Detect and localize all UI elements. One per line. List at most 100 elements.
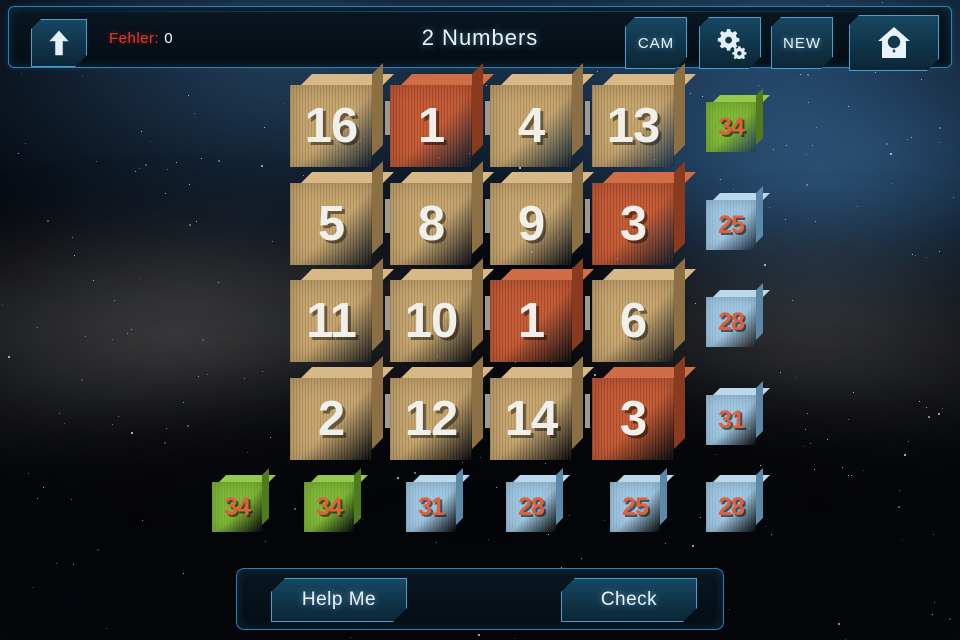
error-counter: Fehler: 0: [109, 7, 173, 69]
number-cube[interactable]: 1: [490, 258, 594, 362]
number-cube[interactable]: 2: [290, 356, 394, 460]
cube-side-face: [472, 161, 483, 254]
cam-button-label: CAM: [637, 34, 675, 52]
cube-number: 31: [718, 405, 745, 434]
cube-side-face: [472, 258, 483, 351]
cube-side-face: [674, 63, 685, 156]
cube-number: 28: [718, 492, 745, 521]
cube-front-face: 8: [390, 183, 472, 265]
cube-side-face: [354, 468, 361, 525]
cube-number: 12: [404, 391, 459, 446]
cube-side-face: [674, 258, 685, 351]
cube-front-face: 28: [706, 482, 756, 532]
cube-side-face: [372, 63, 383, 156]
number-cube[interactable]: 28: [706, 283, 770, 347]
cube-number: 4: [517, 98, 545, 153]
cube-side-face: [372, 258, 383, 351]
number-cube[interactable]: 4: [490, 63, 594, 167]
cube-number: 3: [619, 196, 647, 251]
number-cube[interactable]: 11: [290, 258, 394, 362]
cube-front-face: 1: [390, 85, 472, 167]
cube-number: 11: [306, 293, 357, 348]
cube-number: 13: [606, 98, 661, 153]
error-label: Fehler:: [109, 29, 160, 47]
number-cube[interactable]: 34: [706, 88, 770, 152]
number-cube[interactable]: 8: [390, 161, 494, 265]
cube-front-face: 13: [592, 85, 674, 167]
number-cube[interactable]: 6: [592, 258, 696, 362]
cube-number: 16: [304, 98, 359, 153]
number-cube[interactable]: 1: [390, 63, 494, 167]
cube-number: 31: [418, 492, 445, 521]
cube-number: 10: [404, 293, 459, 348]
settings-button[interactable]: [699, 17, 761, 69]
cube-connector-peg: [585, 394, 590, 428]
home-button[interactable]: [849, 15, 939, 71]
cube-side-face: [572, 161, 583, 254]
cube-side-face: [756, 88, 763, 145]
cube-side-face: [674, 161, 685, 254]
cube-front-face: 10: [390, 280, 472, 362]
cube-connector-peg: [585, 296, 590, 330]
new-button[interactable]: NEW: [771, 17, 833, 69]
cube-front-face: 4: [490, 85, 572, 167]
number-cube[interactable]: 34: [304, 468, 368, 532]
cube-side-face: [456, 468, 463, 525]
cube-front-face: 31: [706, 395, 756, 445]
number-cube[interactable]: 9: [490, 161, 594, 265]
number-cube[interactable]: 25: [706, 186, 770, 250]
new-button-label: NEW: [783, 34, 821, 52]
cube-number: 34: [718, 112, 745, 141]
cube-number: 1: [517, 293, 545, 348]
cube-side-face: [372, 161, 383, 254]
cube-side-face: [472, 356, 483, 449]
cube-side-face: [572, 63, 583, 156]
error-value: 0: [164, 29, 174, 47]
number-cube[interactable]: 28: [506, 468, 570, 532]
cube-front-face: 25: [610, 482, 660, 532]
number-cube[interactable]: 14: [490, 356, 594, 460]
cube-number: 2: [317, 391, 345, 446]
check-button[interactable]: Check: [561, 578, 697, 622]
number-cube[interactable]: 31: [406, 468, 470, 532]
cube-number: 28: [518, 492, 545, 521]
number-cube[interactable]: 34: [212, 468, 276, 532]
cube-side-face: [756, 381, 763, 438]
cube-side-face: [572, 356, 583, 449]
number-cube[interactable]: 3: [592, 356, 696, 460]
number-cube[interactable]: 13: [592, 63, 696, 167]
cam-button[interactable]: CAM: [625, 17, 687, 69]
cube-side-face: [756, 186, 763, 243]
cube-number: 25: [622, 492, 649, 521]
cube-side-face: [756, 468, 763, 525]
help-me-button[interactable]: Help Me: [271, 578, 407, 622]
number-cube[interactable]: 3: [592, 161, 696, 265]
bottom-toolbar: Help Me Check: [236, 568, 724, 630]
cube-front-face: 11: [290, 280, 372, 362]
number-cube[interactable]: 16: [290, 63, 394, 167]
number-cube[interactable]: 10: [390, 258, 494, 362]
cube-front-face: 14: [490, 378, 572, 460]
number-cube[interactable]: 5: [290, 161, 394, 265]
cube-side-face: [660, 468, 667, 525]
top-toolbar: Fehler: 0 2 Numbers CAM NEW: [8, 6, 952, 68]
cube-number: 14: [504, 391, 559, 446]
cube-front-face: 2: [290, 378, 372, 460]
number-cube[interactable]: 28: [706, 468, 770, 532]
cube-front-face: 16: [290, 85, 372, 167]
number-cube[interactable]: 12: [390, 356, 494, 460]
cube-front-face: 6: [592, 280, 674, 362]
cube-number: 34: [224, 492, 251, 521]
cube-number: 3: [619, 391, 647, 446]
number-cube[interactable]: 31: [706, 381, 770, 445]
cube-front-face: 25: [706, 200, 756, 250]
cube-side-face: [372, 356, 383, 449]
cube-front-face: 3: [592, 378, 674, 460]
cube-number: 1: [417, 98, 445, 153]
back-button[interactable]: [31, 19, 87, 67]
number-cube[interactable]: 25: [610, 468, 674, 532]
cube-number: 28: [718, 307, 745, 336]
home-icon: [876, 26, 912, 60]
cube-side-face: [556, 468, 563, 525]
check-label: Check: [600, 589, 658, 610]
